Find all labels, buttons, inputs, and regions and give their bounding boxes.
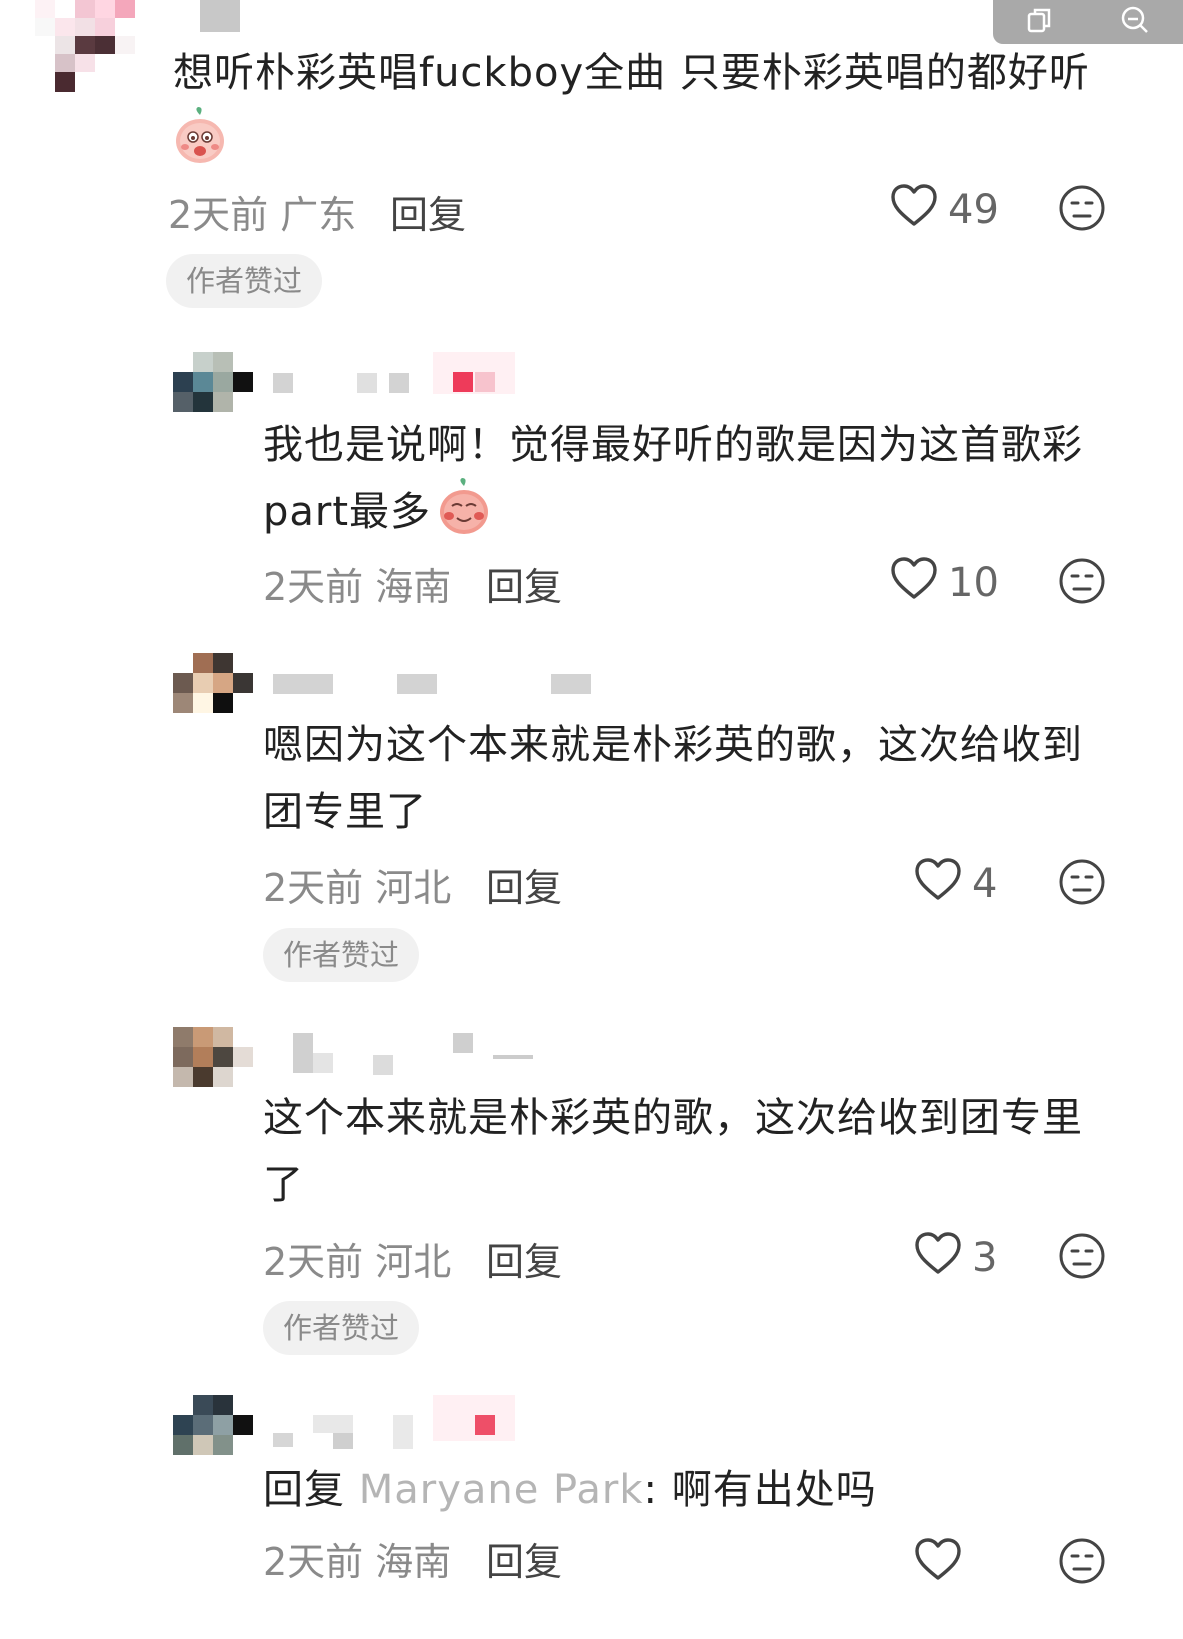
- comment-time: 2天前: [263, 1240, 364, 1284]
- comment-3: 嗯因为这个本来就是朴彩英的歌，这次给收到团专里了 2天前 河北 回复 4 作者赞…: [0, 650, 1183, 1000]
- shy-peach-emoji: [437, 478, 491, 540]
- dislike-icon[interactable]: [1058, 557, 1106, 609]
- comment-location: 海南: [375, 1540, 452, 1584]
- comment-meta: 2天前 海南: [263, 1531, 451, 1586]
- comment-time: 2天前: [263, 866, 364, 910]
- comment-2: 我也是说啊！觉得最好听的歌是因为这首歌彩part最多 2天前 海南 回复 10: [0, 350, 1183, 630]
- dislike-icon[interactable]: [1058, 858, 1106, 910]
- username-blurred[interactable]: [273, 674, 591, 694]
- avatar[interactable]: [173, 653, 253, 713]
- comment-text: 我也是说啊！觉得最好听的歌是因为这首歌彩part最多: [263, 422, 1083, 535]
- author-liked-badge: 作者赞过: [263, 928, 420, 982]
- avatar[interactable]: [173, 352, 253, 412]
- comment-time: 2天前: [168, 193, 269, 237]
- avatar[interactable]: [35, 0, 140, 92]
- heart-icon: [914, 857, 962, 911]
- like-count: 10: [948, 560, 999, 606]
- reply-button[interactable]: 回复: [486, 857, 562, 912]
- username-blurred[interactable]: [293, 1033, 543, 1077]
- like-button[interactable]: 49: [890, 183, 999, 237]
- avatar[interactable]: [173, 1395, 253, 1455]
- like-count: 49: [948, 187, 999, 233]
- comment-meta: 2天前 河北: [263, 857, 451, 912]
- like-button[interactable]: [914, 1537, 962, 1591]
- dislike-icon[interactable]: [1058, 1537, 1106, 1589]
- comment-text: 这个本来就是朴彩英的歌，这次给收到团专里了: [263, 1095, 1083, 1208]
- comment-meta: 2天前 海南: [263, 556, 451, 611]
- like-button[interactable]: 3: [914, 1231, 997, 1285]
- username-blurred[interactable]: [200, 0, 240, 32]
- username-blurred[interactable]: [273, 373, 409, 393]
- comment-location: 广东: [280, 193, 357, 237]
- comment-text: 嗯因为这个本来就是朴彩英的歌，这次给收到团专里了: [263, 722, 1083, 835]
- user-badge: [433, 1395, 515, 1441]
- reply-button[interactable]: 回复: [486, 1531, 562, 1586]
- reply-button[interactable]: 回复: [486, 1231, 562, 1286]
- reply-colon: :: [643, 1467, 658, 1513]
- reply-prefix: 回复: [263, 1467, 345, 1513]
- comment-text: 想听朴彩英唱fuckboy全曲 只要朴彩英唱的都好听: [173, 40, 1153, 186]
- comment-5: 回复 Maryane Park: 啊有出处吗 2天前 海南 回复: [0, 1395, 1183, 1639]
- like-button[interactable]: 4: [914, 857, 997, 911]
- comment-location: 海南: [375, 565, 452, 609]
- reply-to-username[interactable]: Maryane Park: [359, 1467, 644, 1513]
- reply-body: 啊有出处吗: [671, 1467, 877, 1513]
- comment-location: 河北: [375, 866, 452, 910]
- like-count: 4: [972, 861, 998, 907]
- comment-meta: 2天前 广东: [168, 184, 356, 239]
- reply-button[interactable]: 回复: [486, 556, 562, 611]
- like-button[interactable]: 10: [890, 556, 999, 610]
- username-blurred[interactable]: [273, 1413, 423, 1453]
- comment-1: 想听朴彩英唱fuckboy全曲 只要朴彩英唱的都好听 2天前 广东 回复 49 …: [0, 0, 1183, 330]
- author-liked-badge: 作者赞过: [166, 254, 323, 308]
- dislike-icon[interactable]: [1058, 1232, 1106, 1284]
- comment-location: 河北: [375, 1240, 452, 1284]
- heart-icon: [914, 1537, 962, 1591]
- heart-icon: [914, 1231, 962, 1285]
- like-count: 3: [972, 1235, 998, 1281]
- avatar[interactable]: [173, 1027, 253, 1087]
- comment-meta: 2天前 河北: [263, 1231, 451, 1286]
- comment-4: 这个本来就是朴彩英的歌，这次给收到团专里了 2天前 河北 回复 3 作者赞过: [0, 1025, 1183, 1385]
- comment-time: 2天前: [263, 565, 364, 609]
- reply-button[interactable]: 回复: [390, 184, 466, 239]
- dislike-icon[interactable]: [1058, 184, 1106, 236]
- heart-icon: [890, 183, 938, 237]
- heart-icon: [890, 556, 938, 610]
- author-liked-badge: 作者赞过: [263, 1301, 420, 1355]
- user-badge: [433, 352, 515, 394]
- comment-time: 2天前: [263, 1540, 364, 1584]
- comment-text: 回复 Maryane Park: 啊有出处吗: [263, 1457, 1143, 1524]
- crying-peach-emoji: [173, 107, 227, 186]
